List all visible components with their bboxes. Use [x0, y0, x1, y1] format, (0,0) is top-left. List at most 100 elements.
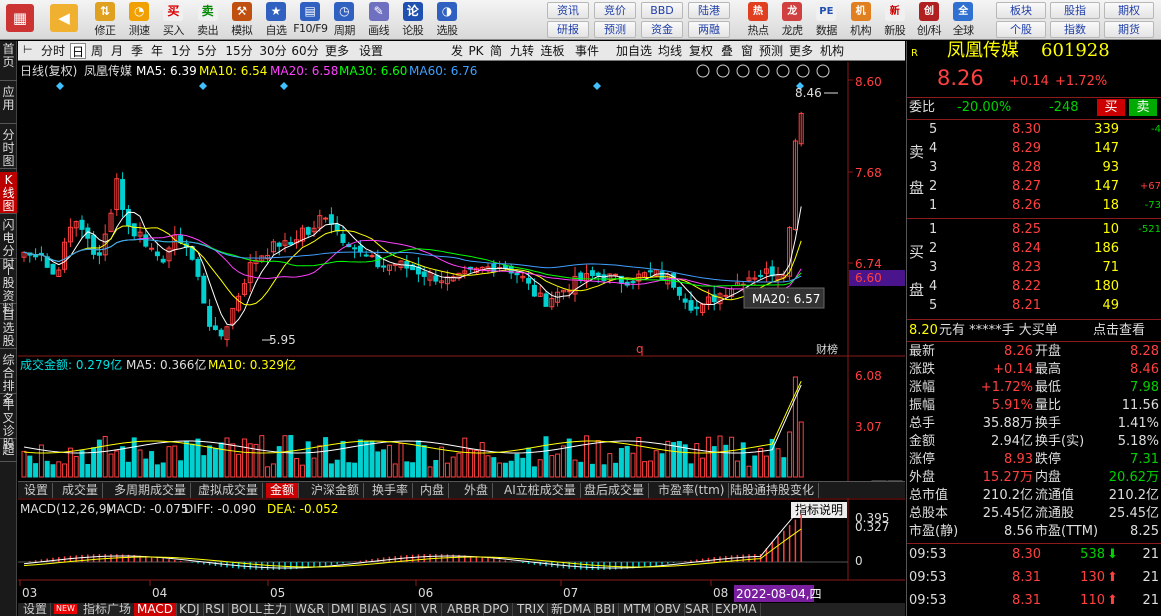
bid-row[interactable]: 5 8.21 49 — [907, 297, 1161, 315]
indicator-tab-8[interactable]: 外盘 — [460, 483, 494, 498]
sell-button[interactable]: 卖 — [1129, 99, 1157, 116]
bottom-tab-14[interactable]: TRIX — [514, 603, 549, 616]
period-2[interactable]: 周 — [88, 43, 106, 59]
market-button[interactable]: 个股 — [996, 21, 1046, 38]
toolbar-button-4[interactable]: ⚒ 模拟 — [225, 0, 259, 40]
indicator-tab-11[interactable]: 市盈率(ttm) — [654, 483, 730, 498]
left-tab-9[interactable]: 超 — [0, 442, 17, 462]
period-extra-3[interactable]: 九转 — [509, 43, 535, 59]
quick-button[interactable]: 资讯 — [547, 2, 589, 19]
left-tab-7[interactable]: 综合排名 — [0, 352, 17, 406]
period-extra-2[interactable]: 简 — [487, 43, 505, 59]
market-button[interactable]: 期货 — [1104, 21, 1154, 38]
left-tab-2[interactable]: 分时图 — [0, 127, 17, 169]
indicator-tab-12[interactable]: 陆股通持股变化 — [726, 483, 820, 498]
toolbar-right-button-2[interactable]: PE 数据 — [809, 0, 843, 40]
bottom-tab-10[interactable]: ASI — [390, 603, 417, 616]
left-tab-4[interactable]: 闪电分时 — [0, 217, 17, 271]
indicator-tab-0[interactable]: 设置 — [20, 483, 54, 498]
period-5[interactable]: 年 — [148, 43, 166, 59]
left-tab-3[interactable]: K线图 — [0, 172, 17, 214]
period-11[interactable]: 更多 — [322, 43, 352, 59]
left-tab-5[interactable]: 个股资料 — [0, 262, 17, 316]
indicator-tab-10[interactable]: 盘后成交量 — [580, 483, 650, 498]
chart-tool-5[interactable]: 预测 — [757, 43, 785, 59]
bid-row[interactable]: 2 8.24 186 — [907, 240, 1161, 258]
left-tab-6[interactable]: 自选股 — [0, 307, 17, 349]
indicator-tab-4[interactable]: 金额 — [266, 483, 300, 498]
left-tab-8[interactable]: 牛叉诊股 — [0, 397, 17, 451]
chart-tool-3[interactable]: 叠 — [718, 43, 736, 59]
indicator-tab-6[interactable]: 换手率 — [368, 483, 414, 498]
quick-button[interactable]: 研报 — [547, 21, 589, 38]
indicator-tab-2[interactable]: 多周期成交量 — [110, 483, 192, 498]
period-10[interactable]: 60分 — [290, 43, 320, 59]
indicator-tab-1[interactable]: 成交量 — [58, 483, 104, 498]
bottom-tab-11[interactable]: VR — [418, 603, 442, 616]
big-order[interactable]: 8.20 元有 *****手 大买单 点击查看 — [907, 321, 1161, 341]
indicator-tab-7[interactable]: 内盘 — [416, 483, 450, 498]
toolbar-button-8[interactable]: ✎ 画线 — [362, 0, 396, 40]
bottom-tab-18[interactable]: OBV — [652, 603, 685, 616]
toolbar-button-2[interactable]: 买买入 — [156, 0, 190, 40]
bottom-tab-9[interactable]: BIAS — [356, 603, 391, 616]
menu-grid-icon[interactable]: ▦ — [6, 4, 34, 32]
period-3[interactable]: 月 — [108, 43, 126, 59]
toolbar-button-6[interactable]: ▤ F10/F9 — [293, 0, 328, 40]
market-button[interactable]: 股指 — [1050, 2, 1100, 19]
bottom-tab-2[interactable]: MACD — [134, 603, 177, 616]
bottom-tab-15[interactable]: 新DMA — [548, 603, 595, 616]
market-button[interactable]: 指数 — [1050, 21, 1100, 38]
ask-row[interactable]: 2 8.27 147 +67 — [907, 178, 1161, 196]
market-button[interactable]: 期权 — [1104, 2, 1154, 19]
indicator-tab-9[interactable]: AI立桩成交量 — [500, 483, 581, 498]
bottom-tab-3[interactable]: KDJ — [176, 603, 204, 616]
big-order-link[interactable]: 点击查看 — [1093, 322, 1145, 340]
toolbar-button-5[interactable]: ★ 自选 — [259, 0, 293, 40]
period-1[interactable]: 日 — [70, 43, 86, 59]
period-7[interactable]: 5分 — [194, 43, 220, 59]
toolbar-right-button-5[interactable]: 创创/科 — [912, 0, 946, 40]
period-0[interactable]: 分时 — [38, 43, 68, 59]
toolbar-button-10[interactable]: ◑ 选股 — [430, 0, 464, 40]
toolbar-right-button-4[interactable]: 新新股 — [878, 0, 912, 40]
quick-button[interactable]: 两融 — [688, 21, 730, 38]
bottom-tab-20[interactable]: EXPMA — [712, 603, 761, 616]
ask-row[interactable]: 3 8.28 93 — [907, 159, 1161, 177]
period-12[interactable]: 设置 — [356, 43, 386, 59]
quick-button[interactable]: 预测 — [594, 21, 636, 38]
ask-row[interactable]: 5 8.30 339 -4 — [907, 121, 1161, 139]
chart-canvas[interactable]: 日线(复权) 凤凰传媒 MA5: 6.39 MA10: 6.54 MA20: 6.58 M… — [18, 62, 905, 603]
chart-tool-2[interactable]: 复权 — [686, 43, 716, 59]
toolbar-button-7[interactable]: ◷ 周期 — [327, 0, 361, 40]
quick-button[interactable]: 陆港 — [688, 2, 730, 19]
bid-row[interactable]: 4 8.22 180 — [907, 278, 1161, 296]
bottom-tab-16[interactable]: BBI — [592, 603, 620, 616]
period-extra-4[interactable]: 连板 — [536, 43, 569, 59]
chevron-right-icon[interactable]: ⊢ — [23, 43, 33, 56]
period-8[interactable]: 15分 — [224, 43, 254, 59]
bid-row[interactable]: 3 8.23 71 — [907, 259, 1161, 277]
bottom-tab-7[interactable]: W&R — [292, 603, 329, 616]
quick-button[interactable]: 竞价 — [594, 2, 636, 19]
toolbar-right-button-3[interactable]: 机机构 — [844, 0, 878, 40]
toolbar-right-button-1[interactable]: 龙龙虎 — [775, 0, 809, 40]
left-tab-0[interactable]: 首页 — [0, 41, 17, 81]
quick-button[interactable]: 资金 — [641, 21, 683, 38]
bottom-tab-6[interactable]: 主力 — [260, 603, 292, 616]
period-extra-1[interactable]: PK — [467, 43, 485, 59]
bottom-tab-13[interactable]: DPO — [480, 603, 513, 616]
chart-tool-6[interactable]: 更多 — [785, 43, 817, 59]
chart-tool-4[interactable]: 窗 — [738, 43, 756, 59]
ask-row[interactable]: 4 8.29 147 — [907, 140, 1161, 158]
period-6[interactable]: 1分 — [170, 43, 192, 59]
ask-row[interactable]: 1 8.26 18 -73 — [907, 197, 1161, 215]
buy-button[interactable]: 买 — [1097, 99, 1125, 116]
bottom-tab-19[interactable]: SAR — [682, 603, 714, 616]
chart-tool-7[interactable]: 机构 — [818, 43, 846, 59]
toolbar-button-3[interactable]: 卖卖出 — [191, 0, 225, 40]
indicator-tab-5[interactable]: 沪深金额 — [307, 483, 365, 498]
bottom-tab-17[interactable]: MTM — [620, 603, 656, 616]
toolbar-right-button-6[interactable]: 全全球 — [946, 0, 980, 40]
bottom-tab-0[interactable]: 设置 — [20, 603, 52, 616]
